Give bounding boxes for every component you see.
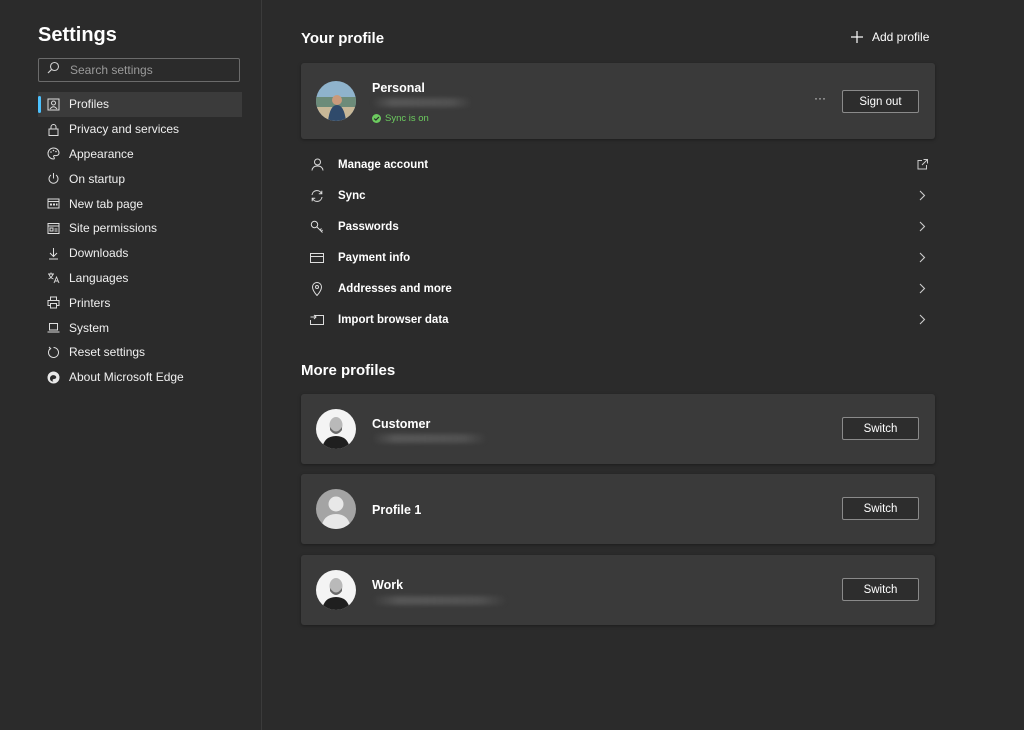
avatar [316,489,356,529]
row-label: Import browser data [338,313,449,326]
redacted-email [372,596,507,605]
switch-button[interactable]: Switch [842,417,919,440]
profile-name: Profile 1 [372,503,422,517]
sidebar-item-label: Appearance [69,146,134,161]
sidebar-nav: Profiles Privacy and services Appearance… [38,92,242,390]
chevron-right-icon [915,282,929,296]
sidebar-item-label: Privacy and services [69,122,180,137]
import-icon [309,312,325,328]
sidebar-item-reset-settings[interactable]: Reset settings [38,340,242,365]
edge-logo-icon [46,370,60,384]
search-input[interactable] [68,62,232,78]
card-icon [309,250,325,266]
key-icon [309,219,325,235]
sidebar-item-label: Downloads [69,246,129,261]
search-icon [47,61,60,79]
more-profiles-heading: More profiles [301,362,396,379]
sign-out-button[interactable]: Sign out [842,90,919,113]
manage-account-row[interactable]: Manage account [301,149,935,180]
row-label: Passwords [338,220,399,233]
redacted-email [372,434,487,443]
download-icon [46,246,60,260]
sidebar-item-languages[interactable]: Languages [38,266,242,291]
row-label: Payment info [338,251,411,264]
sidebar-item-label: Printers [69,295,111,310]
lock-icon [46,122,60,136]
sidebar-item-on-startup[interactable]: On startup [38,166,242,191]
redacted-email [372,98,472,107]
location-pin-icon [309,281,325,297]
row-label: Addresses and more [338,282,452,295]
chevron-right-icon [915,189,929,203]
laptop-icon [46,321,60,335]
profile-name: Customer [372,417,431,431]
sidebar-item-privacy[interactable]: Privacy and services [38,117,242,142]
sidebar-item-printers[interactable]: Printers [38,290,242,315]
sidebar-item-appearance[interactable]: Appearance [38,142,242,167]
sync-icon [309,188,325,204]
more-options-button[interactable]: ··· [814,91,826,105]
sidebar-item-system[interactable]: System [38,315,242,340]
sidebar-item-label: On startup [69,171,126,186]
sidebar-item-label: About Microsoft Edge [69,370,184,385]
addresses-row[interactable]: Addresses and more [301,273,935,304]
settings-sidebar: Settings Profiles Privacy and services A… [0,0,262,730]
sidebar-item-label: System [69,320,110,335]
search-box[interactable] [38,58,240,82]
printer-icon [46,296,60,310]
add-profile-label: Add profile [872,30,930,44]
reset-icon [46,345,60,359]
profile-icon [46,97,60,111]
avatar [316,570,356,610]
sidebar-item-site-permissions[interactable]: Site permissions [38,216,242,241]
switch-button[interactable]: Switch [842,497,919,520]
profile-card-profile-1: Profile 1 Switch [301,474,935,544]
settings-title: Settings [38,24,117,46]
sidebar-item-downloads[interactable]: Downloads [38,241,242,266]
sidebar-item-profiles[interactable]: Profiles [38,92,242,117]
import-browser-data-row[interactable]: Import browser data [301,304,935,335]
profile-card-customer: Customer Switch [301,394,935,464]
row-label: Sync [338,189,366,202]
sidebar-item-new-tab-page[interactable]: New tab page [38,191,242,216]
site-permissions-icon [46,221,60,235]
sidebar-item-label: Languages [69,270,129,285]
sidebar-item-label: New tab page [69,196,144,211]
your-profile-heading: Your profile [301,30,385,47]
avatar [316,81,356,121]
add-profile-button[interactable]: Add profile [851,30,929,44]
sync-status: Sync is on [372,113,429,124]
chevron-right-icon [915,220,929,234]
profile-card-work: Work Switch [301,555,935,625]
power-icon [46,172,60,186]
passwords-row[interactable]: Passwords [301,211,935,242]
current-profile-card: Personal Sync is on ··· Sign out [301,63,935,139]
palette-icon [46,147,60,161]
avatar [316,409,356,449]
profile-name: Work [372,578,404,592]
sync-row[interactable]: Sync [301,180,935,211]
plus-icon [851,31,863,43]
external-link-icon [915,158,929,172]
sidebar-item-label: Reset settings [69,345,146,360]
switch-button[interactable]: Switch [842,578,919,601]
chevron-right-icon [915,313,929,327]
sidebar-item-about[interactable]: About Microsoft Edge [38,365,242,390]
person-icon [309,157,325,173]
sync-check-icon [372,114,381,123]
sync-status-text: Sync is on [385,113,429,124]
profile-name: Personal [372,81,425,95]
sidebar-item-label: Site permissions [69,221,158,236]
row-label: Manage account [338,158,429,171]
languages-icon [46,271,60,285]
payment-info-row[interactable]: Payment info [301,242,935,273]
sidebar-item-label: Profiles [69,97,110,112]
new-tab-icon [46,197,60,211]
chevron-right-icon [915,251,929,265]
